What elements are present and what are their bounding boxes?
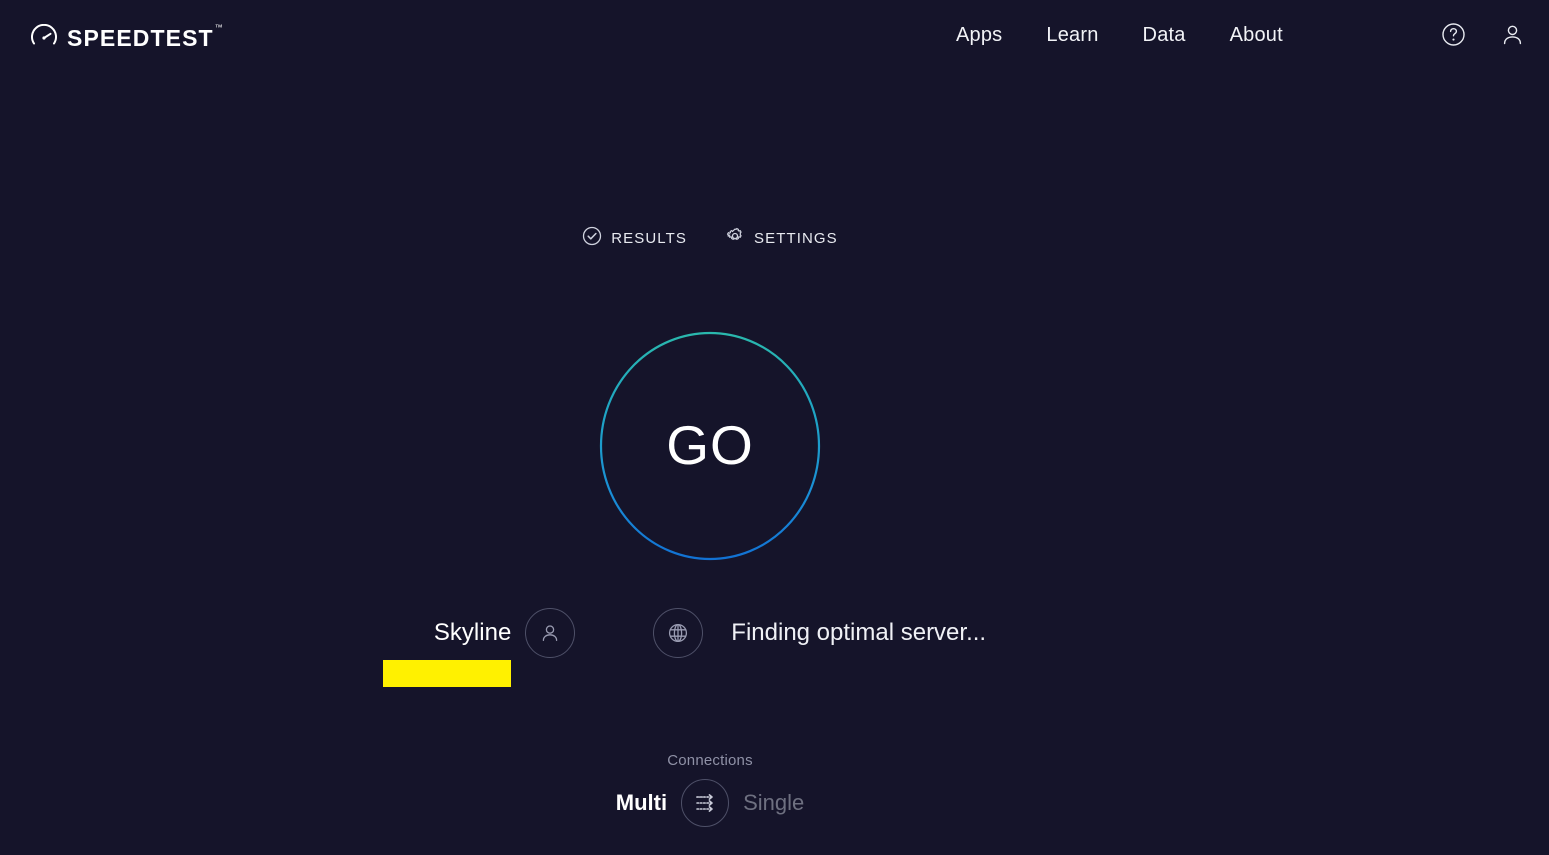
nav-data[interactable]: Data: [1121, 20, 1208, 51]
globe-icon[interactable]: [653, 608, 704, 658]
multi-arrows-icon[interactable]: [681, 779, 730, 827]
nav-about[interactable]: About: [1208, 20, 1305, 51]
view-tabs: RESULTS SETTINGS: [0, 226, 1420, 251]
connections-option-single[interactable]: Single: [743, 790, 804, 816]
speedometer-icon: [30, 24, 58, 52]
isp-info[interactable]: Skyline: [383, 608, 576, 687]
server-status-text: Finding optimal server...: [731, 619, 987, 646]
tab-results-label: RESULTS: [611, 230, 687, 247]
go-button-label: GO: [666, 413, 754, 476]
connections-option-multi[interactable]: Multi: [616, 790, 667, 816]
tab-settings-label: SETTINGS: [753, 230, 838, 247]
site-header: SPEEDTEST™ Apps Learn Data About: [0, 0, 1549, 72]
ip-address-redaction: [383, 659, 512, 687]
go-button[interactable]: GO: [599, 331, 821, 561]
nav-apps[interactable]: Apps: [934, 20, 1024, 51]
tab-settings[interactable]: SETTINGS: [725, 226, 838, 251]
person-icon[interactable]: [525, 608, 576, 658]
connections-label: Connections: [667, 752, 753, 769]
trademark-mark: ™: [214, 22, 223, 32]
help-icon[interactable]: [1441, 22, 1466, 47]
gear-icon: [725, 226, 745, 251]
header-icon-group: [1441, 22, 1525, 47]
check-circle-icon: [582, 226, 602, 251]
server-info[interactable]: Finding optimal server...: [653, 608, 986, 658]
logo-wordmark: SPEEDTEST™: [67, 22, 223, 51]
main-navigation: Apps Learn Data About: [934, 20, 1305, 51]
account-icon[interactable]: [1500, 22, 1525, 47]
connections-section: Connections Multi Single: [0, 752, 1420, 827]
nav-learn[interactable]: Learn: [1024, 20, 1120, 51]
connection-info-row: Skyline Finding optimal server...: [0, 608, 1420, 687]
connections-toggle: Multi Single: [616, 779, 804, 827]
tab-results[interactable]: RESULTS: [582, 226, 687, 251]
speedtest-logo[interactable]: SPEEDTEST™: [30, 22, 223, 52]
isp-name: Skyline: [433, 618, 512, 646]
isp-text-group: Skyline: [383, 618, 512, 687]
